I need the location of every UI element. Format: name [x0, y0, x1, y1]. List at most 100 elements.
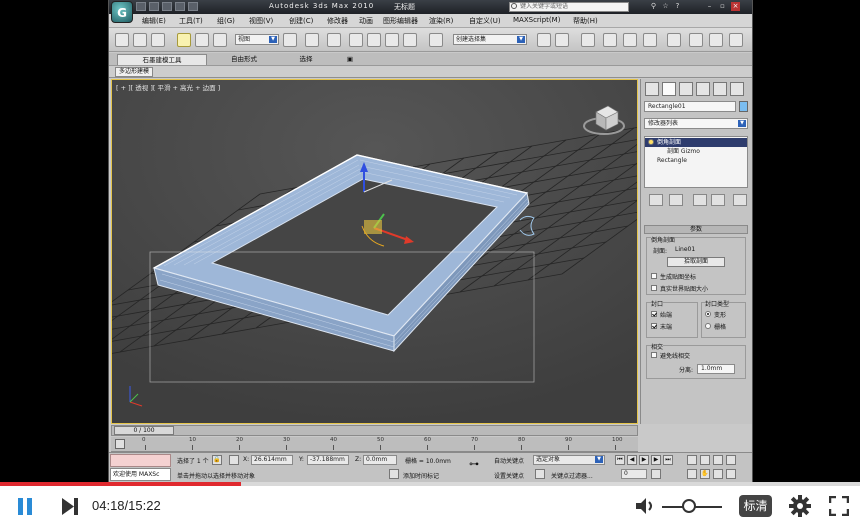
- show-end-result-icon[interactable]: [669, 194, 683, 206]
- next-video-icon[interactable]: [60, 497, 80, 516]
- edit-named-selection-icon[interactable]: [429, 33, 443, 47]
- save-file-icon[interactable]: [162, 2, 172, 11]
- gear-icon[interactable]: [789, 495, 811, 517]
- make-unique-icon[interactable]: [693, 194, 707, 206]
- maxscript-welcome[interactable]: 欢迎使用 MAXSc: [110, 468, 171, 481]
- undo-icon[interactable]: [175, 2, 185, 11]
- object-name-field[interactable]: Rectangle01: [644, 101, 736, 112]
- object-color-swatch[interactable]: [739, 101, 748, 112]
- help-icon[interactable]: ?: [673, 2, 682, 11]
- reference-coordinate-dropdown[interactable]: 视图 ▼: [235, 34, 279, 45]
- menu-views[interactable]: 视图(V): [249, 16, 273, 26]
- menu-group[interactable]: 组(G): [217, 16, 235, 26]
- next-frame-icon[interactable]: ▶: [651, 455, 661, 465]
- graphite-toggle-icon[interactable]: [603, 33, 617, 47]
- motion-tab-icon[interactable]: [696, 82, 710, 96]
- redo-icon[interactable]: [188, 2, 198, 11]
- menu-edit[interactable]: 编辑(E): [142, 16, 166, 26]
- rendered-frame-icon[interactable]: [709, 33, 723, 47]
- y-coordinate-field[interactable]: -37.188mm: [307, 455, 349, 465]
- x-coordinate-field[interactable]: 26.614mm: [251, 455, 293, 465]
- pan-view-icon[interactable]: ✋: [700, 469, 710, 479]
- time-slider[interactable]: 0 / 100: [111, 425, 638, 436]
- key-icon[interactable]: ⊶: [469, 459, 479, 470]
- menu-modifiers[interactable]: 修改器: [327, 16, 348, 26]
- cap-type-grid-radio[interactable]: [705, 323, 711, 329]
- select-and-move-icon[interactable]: [177, 33, 191, 47]
- set-key-label[interactable]: 设置关键点: [494, 471, 524, 480]
- play-icon[interactable]: ▶: [639, 455, 649, 465]
- select-and-rotate-icon[interactable]: [195, 33, 209, 47]
- pivot-center-icon[interactable]: [283, 33, 297, 47]
- mirror-icon[interactable]: [537, 33, 551, 47]
- mini-curve-editor-icon[interactable]: [115, 439, 125, 449]
- viewport-label[interactable]: [ + ][ 透视 ][ 平滑 + 高光 + 边面 ]: [116, 83, 220, 92]
- select-and-scale-icon[interactable]: [213, 33, 227, 47]
- minimize-icon[interactable]: –: [705, 2, 714, 11]
- fullscreen-icon[interactable]: [829, 496, 849, 516]
- configure-sets-icon[interactable]: [733, 194, 747, 206]
- zoom-icon[interactable]: [687, 455, 697, 465]
- stack-item-bevel-profile[interactable]: 倒角剖面: [645, 138, 747, 147]
- remove-modifier-icon[interactable]: [711, 194, 725, 206]
- pick-profile-button[interactable]: 拾取剖面: [667, 257, 725, 267]
- tab-freeform[interactable]: 自由形式: [209, 54, 279, 65]
- maxscript-listener-mini[interactable]: [110, 454, 171, 467]
- percent-snap-icon[interactable]: [385, 33, 399, 47]
- menu-graph-editors[interactable]: 图形编辑器: [383, 16, 418, 26]
- display-tab-icon[interactable]: [713, 82, 727, 96]
- menu-rendering[interactable]: 渲染(R): [429, 16, 453, 26]
- select-region-icon[interactable]: [151, 33, 165, 47]
- utilities-tab-icon[interactable]: [730, 82, 744, 96]
- generate-mapping-checkbox[interactable]: [651, 273, 657, 279]
- polygon-modeling-button[interactable]: 多边形建模: [115, 67, 154, 77]
- create-tab-icon[interactable]: [645, 82, 659, 96]
- app-logo-icon[interactable]: G: [111, 1, 133, 23]
- go-to-end-icon[interactable]: ⏭: [663, 455, 673, 465]
- key-filters-button[interactable]: 关键点过滤器...: [551, 471, 593, 480]
- previous-frame-icon[interactable]: ◀: [627, 455, 637, 465]
- auto-key-label[interactable]: 自动关键点: [494, 456, 524, 465]
- volume-knob[interactable]: [682, 499, 696, 513]
- zoom-extents-all-icon[interactable]: [726, 455, 736, 465]
- lock-selection-icon[interactable]: 🔒: [212, 455, 222, 465]
- stack-item-rectangle[interactable]: Rectangle: [645, 156, 747, 165]
- orbit-icon[interactable]: [713, 469, 723, 479]
- track-bar[interactable]: 0 10 20 30 40 50 60 70 80 90 100: [111, 437, 638, 452]
- real-world-map-checkbox[interactable]: [651, 285, 657, 291]
- absolute-mode-icon[interactable]: [229, 455, 239, 465]
- time-slider-thumb[interactable]: 0 / 100: [114, 426, 174, 435]
- time-tag-icon[interactable]: [389, 469, 399, 479]
- named-selection-dropdown[interactable]: 创建选择集 ▼: [453, 34, 527, 45]
- volume-icon[interactable]: [634, 496, 656, 516]
- tab-selection[interactable]: 选择: [281, 54, 331, 65]
- snaps-toggle-icon[interactable]: [349, 33, 363, 47]
- search-input[interactable]: 键入关键字或短语: [509, 2, 629, 12]
- select-link-icon[interactable]: [115, 33, 129, 47]
- material-editor-icon[interactable]: [667, 33, 681, 47]
- close-icon[interactable]: ×: [731, 2, 740, 11]
- new-file-icon[interactable]: [136, 2, 146, 11]
- progress-bar[interactable]: [0, 482, 860, 486]
- zoom-extents-icon[interactable]: [713, 455, 723, 465]
- field-of-view-icon[interactable]: [687, 469, 697, 479]
- select-object-icon[interactable]: [133, 33, 147, 47]
- menu-help[interactable]: 帮助(H): [573, 16, 598, 26]
- schematic-view-icon[interactable]: [643, 33, 657, 47]
- spinner-snap-icon[interactable]: [403, 33, 417, 47]
- binoculars-icon[interactable]: ⚲: [649, 2, 658, 11]
- keyboard-shortcut-icon[interactable]: [327, 33, 341, 47]
- menu-customize[interactable]: 自定义(U): [469, 16, 501, 26]
- menu-animation[interactable]: 动画: [359, 16, 373, 26]
- select-manipulate-icon[interactable]: [305, 33, 319, 47]
- open-file-icon[interactable]: [149, 2, 159, 11]
- render-teapot-icon[interactable]: [729, 33, 743, 47]
- render-setup-icon[interactable]: [689, 33, 703, 47]
- pause-icon[interactable]: [17, 498, 33, 515]
- maximize-viewport-icon[interactable]: [726, 469, 736, 479]
- cap-start-checkbox[interactable]: [651, 311, 657, 317]
- set-key-filter-icon[interactable]: [535, 469, 545, 479]
- avoid-intersect-checkbox[interactable]: [651, 352, 657, 358]
- zoom-all-icon[interactable]: [700, 455, 710, 465]
- tab-object-paint[interactable]: ▣: [335, 54, 365, 65]
